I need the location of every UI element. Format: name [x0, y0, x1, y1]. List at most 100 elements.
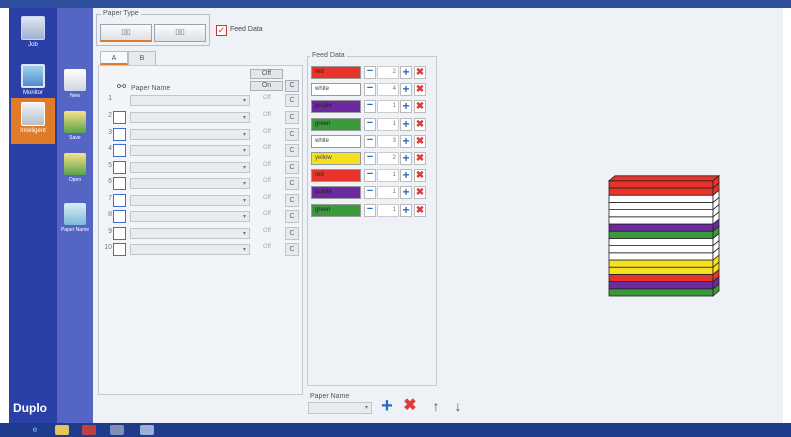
paper-row-clear-button[interactable]: C: [285, 177, 299, 190]
delete-row-button[interactable]: ✖: [414, 186, 426, 200]
paper-row-checkbox[interactable]: [113, 194, 126, 207]
feed-color-name[interactable]: green: [311, 203, 361, 217]
feed-count[interactable]: 1: [377, 186, 399, 200]
decrement-button[interactable]: −: [364, 203, 376, 217]
paper-name-select[interactable]: ▾: [130, 95, 250, 106]
paper-name-select[interactable]: ▾: [308, 402, 372, 414]
paper-name-button[interactable]: Paper Name: [60, 200, 90, 240]
feed-count[interactable]: 1: [377, 169, 399, 183]
paper-name-select[interactable]: ▾: [130, 244, 250, 255]
paper-type-dual-button[interactable]: ▯|▯: [154, 24, 206, 42]
delete-button[interactable]: ✖: [401, 397, 419, 415]
decrement-button[interactable]: −: [364, 152, 376, 165]
paper-row-off[interactable]: Off: [252, 228, 282, 234]
delete-row-button[interactable]: ✖: [414, 152, 426, 165]
feed-count[interactable]: 4: [377, 83, 399, 97]
increment-button[interactable]: +: [400, 169, 412, 183]
paper-row-clear-button[interactable]: C: [285, 194, 299, 207]
increment-button[interactable]: +: [400, 117, 412, 131]
delete-row-button[interactable]: ✖: [414, 134, 426, 148]
paper-row-clear-button[interactable]: C: [285, 210, 299, 223]
feed-count[interactable]: 1: [377, 203, 399, 217]
paper-row-clear-button[interactable]: C: [285, 227, 299, 240]
paper-name-select[interactable]: ▾: [130, 228, 250, 239]
feed-count[interactable]: 1: [377, 100, 399, 114]
paper-row-off[interactable]: Off: [252, 162, 282, 168]
feed-color-name[interactable]: red: [311, 169, 361, 183]
paper-row-off[interactable]: Off: [252, 178, 282, 184]
feed-count[interactable]: 3: [377, 134, 399, 148]
app-window-icon[interactable]: [110, 425, 124, 435]
feed-data-checkbox[interactable]: ✓: [216, 25, 227, 36]
paper-row-checkbox[interactable]: [113, 161, 126, 174]
increment-button[interactable]: +: [400, 100, 412, 114]
decrement-button[interactable]: −: [364, 169, 376, 183]
browser-icon[interactable]: e: [28, 425, 42, 435]
tab-a[interactable]: A: [100, 51, 128, 65]
move-down-button[interactable]: ↓: [449, 397, 467, 415]
open-button[interactable]: Open: [60, 150, 90, 190]
paper-row-off[interactable]: Off: [252, 211, 282, 217]
increment-button[interactable]: +: [400, 152, 412, 165]
move-up-button[interactable]: ↑: [427, 397, 445, 415]
paper-row-checkbox[interactable]: [113, 227, 126, 240]
paper-name-select[interactable]: ▾: [130, 178, 250, 189]
paper-row-clear-button[interactable]: C: [285, 111, 299, 124]
increment-button[interactable]: +: [400, 83, 412, 97]
delete-row-button[interactable]: ✖: [414, 169, 426, 183]
decrement-button[interactable]: −: [364, 100, 376, 114]
paper-row-clear-button[interactable]: C: [285, 161, 299, 174]
paper-row-checkbox[interactable]: [113, 144, 126, 157]
add-button[interactable]: +: [378, 396, 396, 416]
paper-row-off[interactable]: Off: [252, 145, 282, 151]
increment-button[interactable]: +: [400, 186, 412, 200]
paper-row-off[interactable]: Off: [252, 195, 282, 201]
all-off-button[interactable]: Off: [250, 69, 283, 79]
paper-row-off[interactable]: Off: [252, 244, 282, 250]
paper-name-select[interactable]: ▾: [130, 211, 250, 222]
decrement-button[interactable]: −: [364, 134, 376, 148]
paper-row-checkbox[interactable]: [113, 177, 126, 190]
sidebar-item-intelligent[interactable]: Intelligent: [11, 98, 55, 144]
new-button[interactable]: New: [60, 66, 90, 106]
increment-button[interactable]: +: [400, 134, 412, 148]
paper-row-checkbox[interactable]: [113, 243, 126, 256]
paper-row-clear-button[interactable]: C: [285, 94, 299, 107]
delete-row-button[interactable]: ✖: [414, 203, 426, 217]
sidebar-item-job[interactable]: Job: [11, 12, 55, 58]
delete-row-button[interactable]: ✖: [414, 100, 426, 114]
paper-row-checkbox[interactable]: [113, 111, 126, 124]
delete-row-button[interactable]: ✖: [414, 83, 426, 97]
feed-color-name[interactable]: red: [311, 66, 361, 79]
paper-row-clear-button[interactable]: C: [285, 243, 299, 256]
paper-name-select[interactable]: ▾: [130, 195, 250, 206]
feed-color-name[interactable]: purple: [311, 186, 361, 200]
delete-row-button[interactable]: ✖: [414, 117, 426, 131]
feed-count[interactable]: 1: [377, 117, 399, 131]
delete-row-button[interactable]: ✖: [414, 66, 426, 79]
paper-row-clear-button[interactable]: C: [285, 128, 299, 141]
feed-color-name[interactable]: yellow: [311, 152, 361, 165]
paper-name-select[interactable]: ▾: [130, 145, 250, 156]
paper-row-clear-button[interactable]: C: [285, 144, 299, 157]
feed-color-name[interactable]: white: [311, 83, 361, 97]
increment-button[interactable]: +: [400, 203, 412, 217]
paper-row-off[interactable]: Off: [252, 129, 282, 135]
save-button[interactable]: Save: [60, 108, 90, 148]
decrement-button[interactable]: −: [364, 186, 376, 200]
paper-row-off[interactable]: Off: [252, 95, 282, 101]
increment-button[interactable]: +: [400, 66, 412, 79]
app-icon[interactable]: [82, 425, 96, 435]
paper-name-select[interactable]: ▾: [130, 129, 250, 140]
feed-count[interactable]: 2: [377, 152, 399, 165]
paper-name-select[interactable]: ▾: [130, 112, 250, 123]
folder-icon[interactable]: [55, 425, 69, 435]
tab-b[interactable]: B: [128, 51, 156, 65]
decrement-button[interactable]: −: [364, 117, 376, 131]
paper-type-single-button[interactable]: ▯|▯: [100, 24, 152, 42]
paper-row-checkbox[interactable]: [113, 128, 126, 141]
decrement-button[interactable]: −: [364, 83, 376, 97]
active-app-icon[interactable]: [140, 425, 154, 435]
all-clear-button[interactable]: C: [285, 80, 299, 92]
paper-row-checkbox[interactable]: [113, 210, 126, 223]
